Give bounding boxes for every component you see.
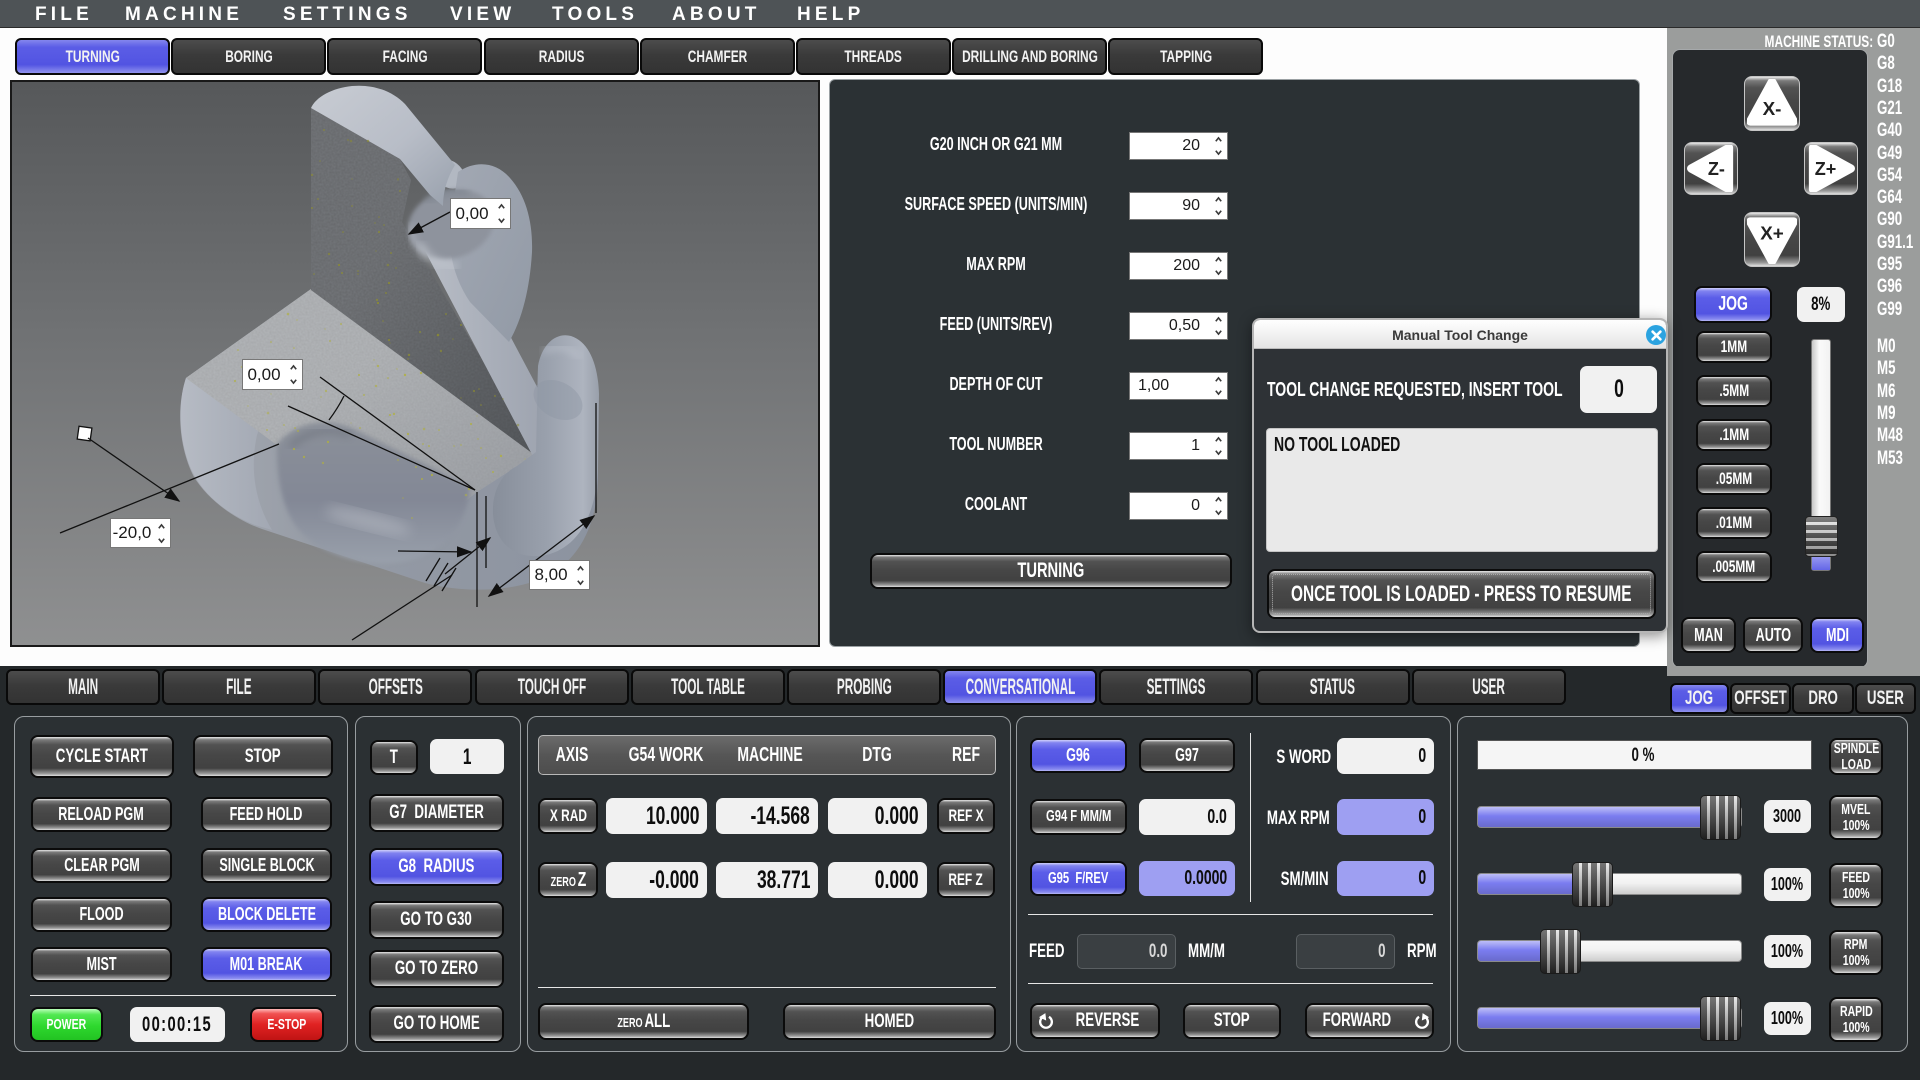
svg-text:Z-: Z- [1708, 159, 1725, 179]
svg-text:X+: X+ [1760, 223, 1784, 244]
svg-text:Z+: Z+ [1815, 159, 1837, 179]
svg-text:X-: X- [1763, 98, 1782, 119]
